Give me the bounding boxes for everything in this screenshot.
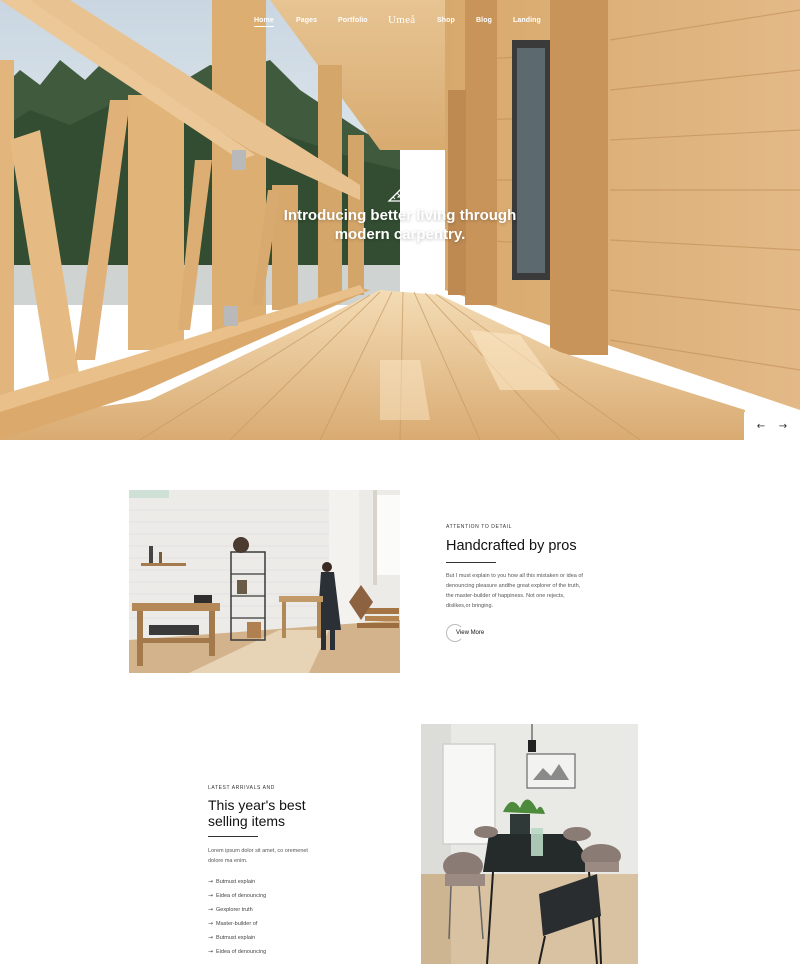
hero-title: Introducing better living through modern…	[250, 206, 550, 244]
hero-title-line-1: Introducing better living through	[283, 207, 517, 224]
slider-controls: ← →	[744, 412, 800, 440]
feature-divider	[446, 562, 496, 563]
list-item[interactable]: → Butmust explain	[208, 931, 358, 945]
arrivals-title-line-1: This year's best	[208, 797, 306, 813]
arrivals-text: LATEST ARRIVALS AND This year's best sel…	[208, 785, 358, 959]
arrivals-list: → Butmust explain → Eidea of denouncing → G…	[208, 875, 358, 959]
arrivals-divider	[208, 836, 258, 837]
list-item[interactable]: → Eidea of denouncing	[208, 945, 358, 959]
list-item[interactable]: → Butmust explain	[208, 875, 358, 889]
arrow-right-icon: →	[208, 892, 214, 899]
set-square-icon	[387, 177, 412, 202]
view-more-label: View More	[456, 630, 485, 636]
list-item-label: Master-builder of	[216, 921, 258, 927]
feature-title: Handcrafted by pros	[446, 538, 577, 554]
list-item-label: Butmust explain	[216, 879, 256, 885]
arrow-right-icon: →	[208, 878, 214, 885]
arrow-right-icon: →	[208, 906, 214, 913]
arrivals-eyebrow: LATEST ARRIVALS AND	[208, 785, 275, 791]
list-item[interactable]: → Gexplorer truth	[208, 903, 358, 917]
arrivals-title: This year's best selling items	[208, 797, 358, 829]
feature-eyebrow: ATTENTION TO DETAIL	[446, 524, 513, 530]
main-nav: Home Pages Portfolio Umeå Shop Blog Land…	[0, 0, 800, 40]
feature-text: ATTENTION TO DETAIL Handcrafted by pros …	[446, 524, 596, 611]
nav-pages[interactable]: Pages	[296, 17, 317, 24]
list-item-label: Eidea of denouncing	[216, 893, 267, 899]
nav-blog[interactable]: Blog	[476, 17, 492, 24]
arrow-right-icon[interactable]: →	[779, 421, 787, 432]
nav-landing[interactable]: Landing	[513, 17, 541, 24]
hero-title-line-2: modern carpentry.	[334, 226, 466, 243]
brand-logo[interactable]: Umeå	[388, 14, 415, 26]
arrivals-title-line-2: selling items	[208, 813, 286, 829]
arrow-right-icon: →	[208, 948, 214, 955]
feature-body: But I must explain to you how all this m…	[446, 573, 583, 609]
list-item-label: Gexplorer truth	[216, 907, 253, 913]
view-more-button[interactable]: View More	[446, 623, 484, 643]
arrow-left-icon[interactable]: ←	[757, 421, 765, 432]
nav-shop[interactable]: Shop	[437, 17, 455, 24]
arrivals-body: Lorem ipsum dolor sit amet, co oremenet …	[208, 848, 308, 864]
list-item[interactable]: → Eidea of denouncing	[208, 889, 358, 903]
arrow-right-icon: →	[208, 920, 214, 927]
nav-portfolio[interactable]: Portfolio	[338, 17, 368, 24]
arrow-right-icon: →	[208, 934, 214, 941]
list-item-label: Eidea of denouncing	[216, 949, 267, 955]
list-item[interactable]: → Master-builder of	[208, 917, 358, 931]
list-item-label: Butmust explain	[216, 935, 256, 941]
nav-home[interactable]: Home	[254, 17, 274, 27]
hero-banner: Home Pages Portfolio Umeå Shop Blog Land…	[0, 0, 800, 440]
workshop-image	[129, 490, 400, 673]
dining-room-image	[421, 724, 638, 964]
